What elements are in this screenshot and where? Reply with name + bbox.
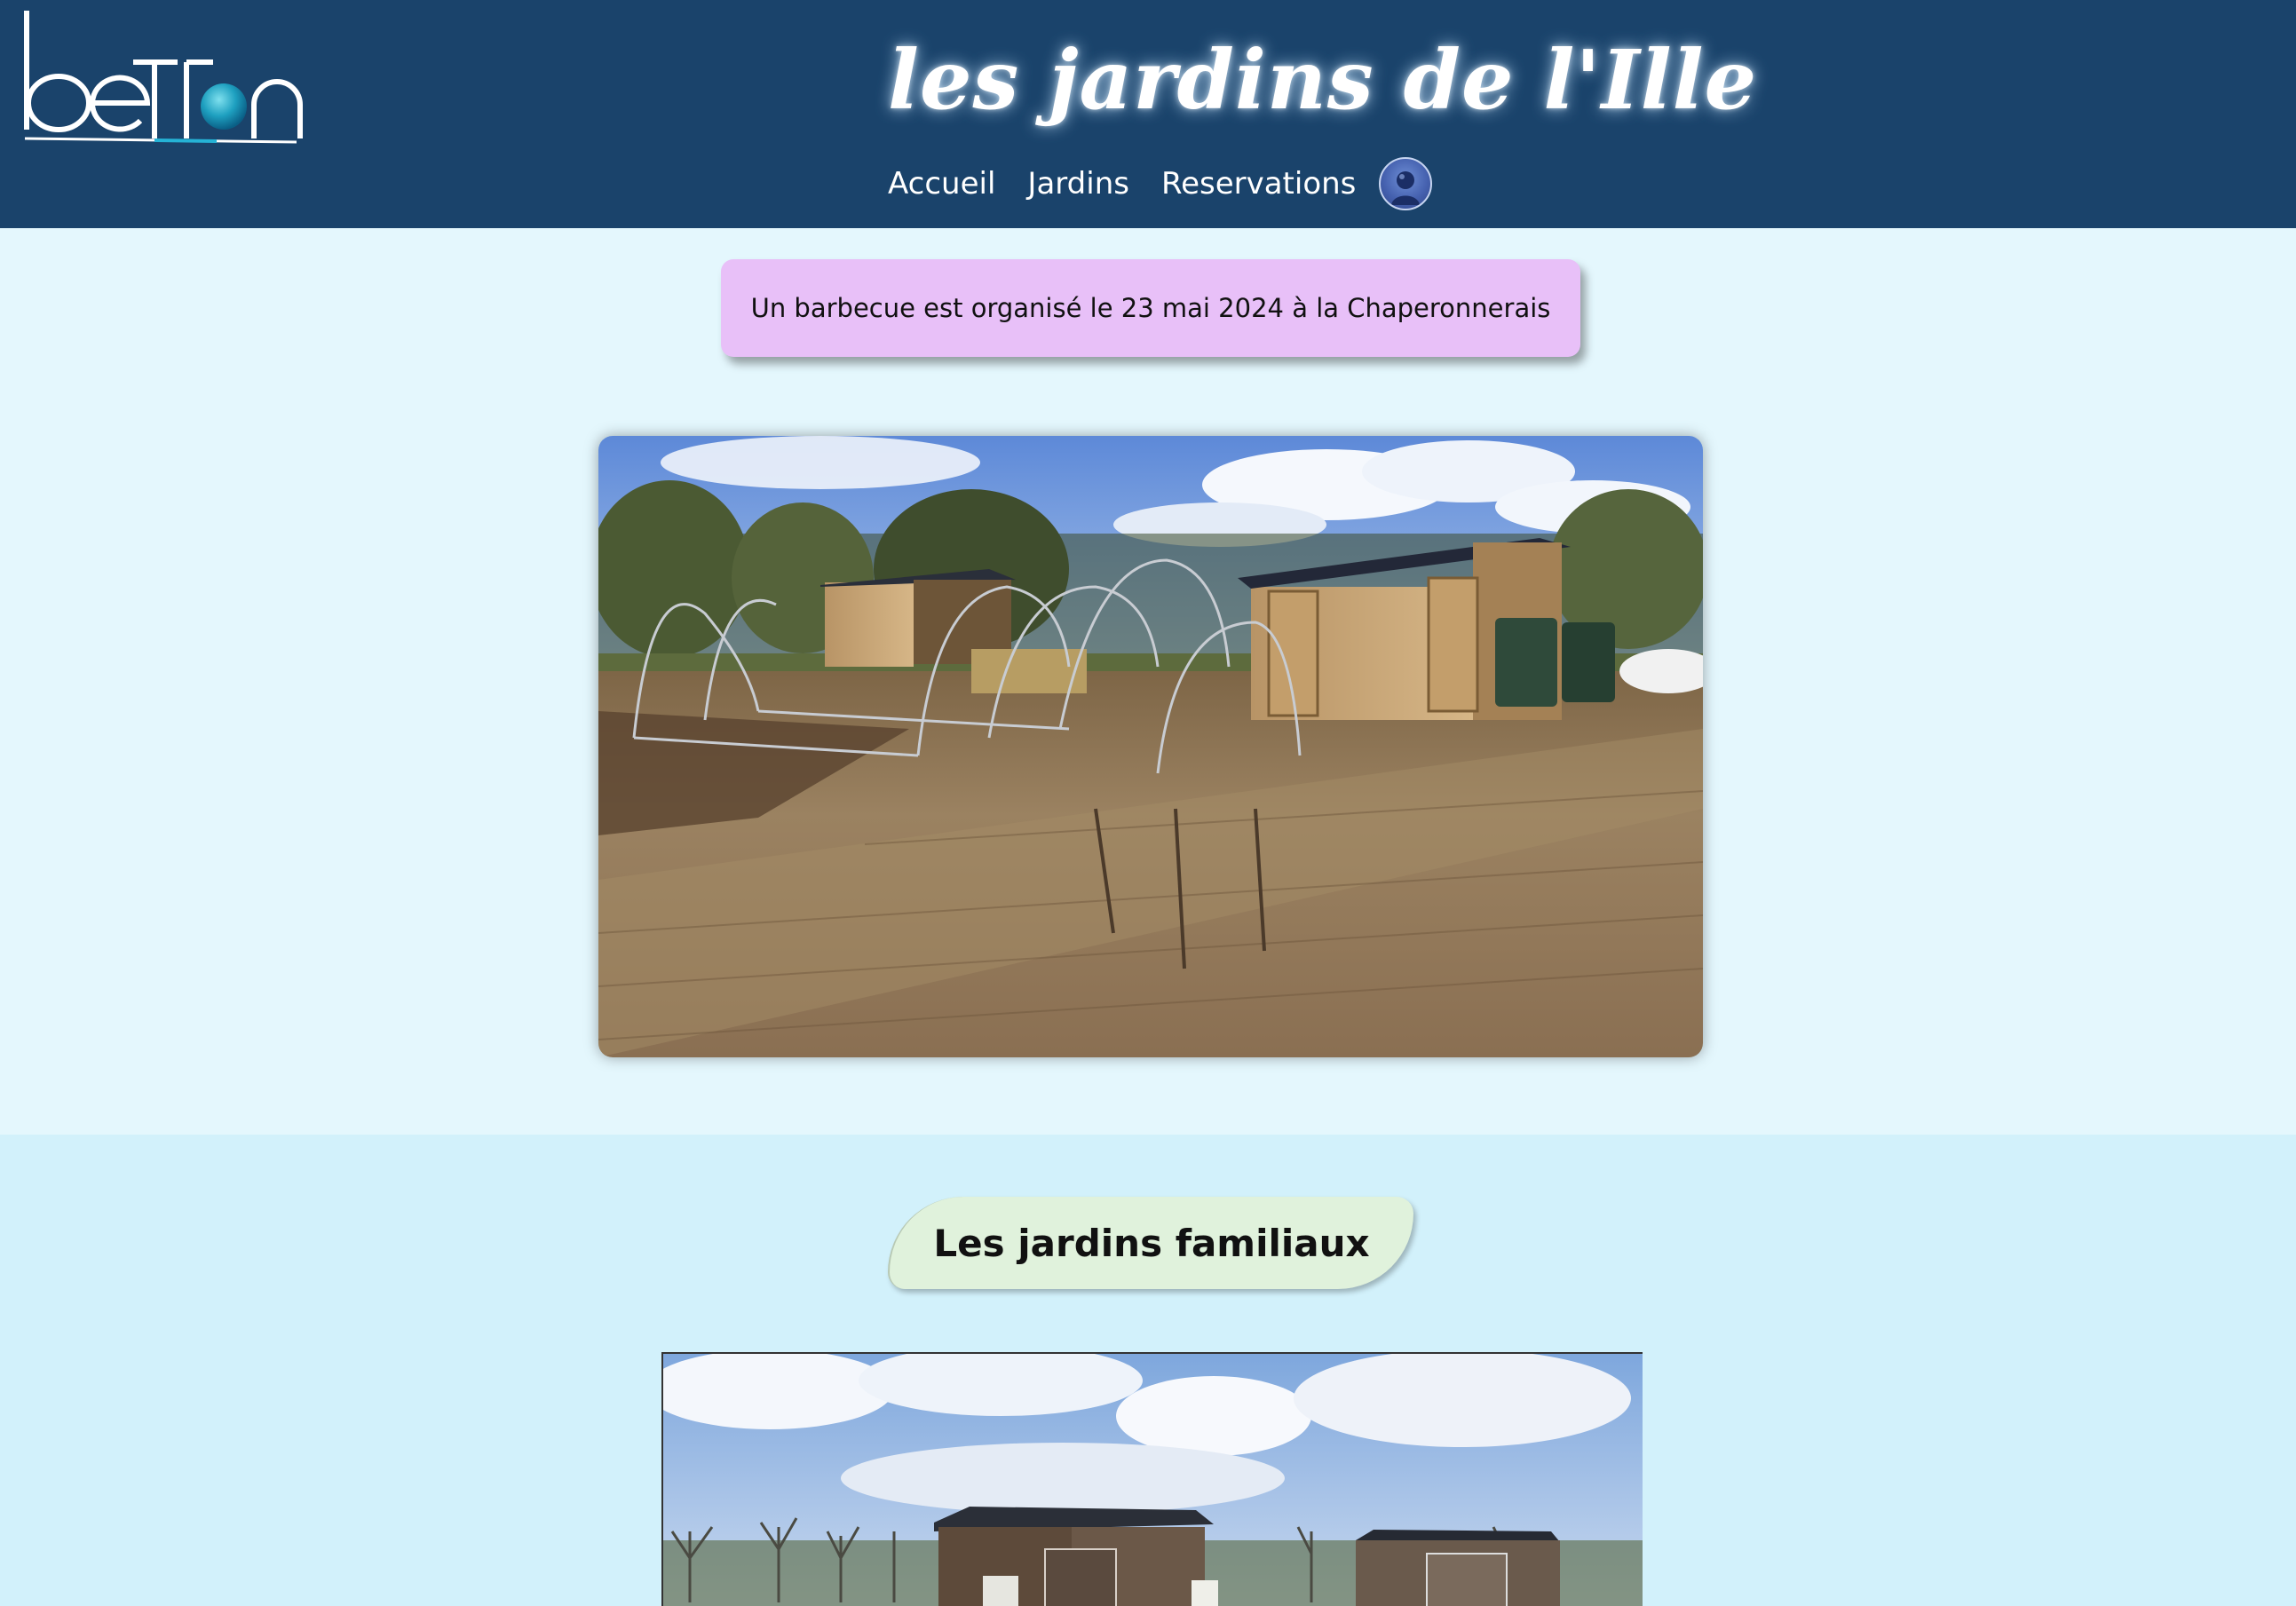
page: les jardins de l'Ille Accueil Jardins Re… <box>0 0 2296 1606</box>
section-title: Les jardins familiaux <box>888 1197 1413 1289</box>
section-title-text: Les jardins familiaux <box>933 1221 1370 1265</box>
main-nav: Accueil Jardins Reservations <box>888 153 1433 215</box>
hero-garden-photo <box>598 436 1703 1057</box>
announcement-banner: Un barbecue est organisé le 23 mai 2024 … <box>721 259 1580 357</box>
site-title: les jardins de l'Ille <box>888 32 1758 128</box>
nav-link-reservations[interactable]: Reservations <box>1161 166 1356 202</box>
user-avatar-icon[interactable] <box>1379 157 1433 210</box>
nav-link-accueil[interactable]: Accueil <box>888 166 995 202</box>
announcement-text: Un barbecue est organisé le 23 mai 2024 … <box>750 293 1551 323</box>
betton-logo-graphic <box>24 11 303 144</box>
nav-link-jardins[interactable]: Jardins <box>1027 166 1129 202</box>
hero-photo-illustration <box>598 436 1703 1057</box>
family-gardens-illustration <box>663 1354 1643 1606</box>
family-gardens-photo <box>661 1352 1643 1606</box>
betton-logo[interactable] <box>21 7 305 145</box>
site-header: les jardins de l'Ille Accueil Jardins Re… <box>0 0 2296 228</box>
user-silhouette-icon <box>1391 171 1421 205</box>
